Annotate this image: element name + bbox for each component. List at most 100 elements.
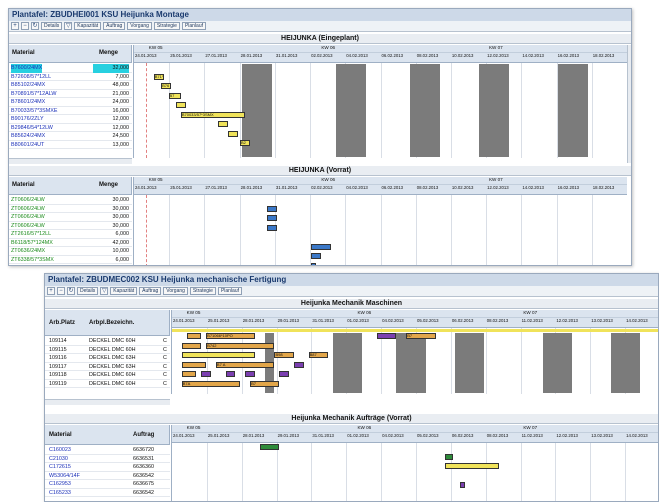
order-bar[interactable] [459, 482, 465, 488]
order-button[interactable]: Auftrag [103, 22, 126, 30]
zoom-out-icon[interactable]: − [21, 22, 29, 30]
list-item[interactable]: C160023 6636720 [45, 446, 170, 455]
column-header-quantity[interactable]: Menge [99, 50, 118, 56]
operation-bar[interactable] [181, 352, 255, 358]
list-item[interactable]: ZT0606/24LW 30,000 [9, 196, 132, 205]
list-item[interactable]: 109118 DECKEL DMC 60H C [45, 371, 170, 380]
order-bar[interactable]: B2 [239, 140, 250, 146]
column-header-order[interactable]: Auftrag [133, 432, 154, 438]
horizontal-scrollbar[interactable] [9, 158, 132, 164]
list-item[interactable]: B80601/24UT 13,000 [9, 141, 132, 149]
gantt-chart-planned[interactable]: KW 05 KW 06 KW 07 24.01.2013 25.01.2013 27.01… [133, 45, 627, 158]
operation-button[interactable]: Vorgang [127, 22, 152, 30]
list-item[interactable]: B78601/24MX 24,000 [9, 98, 132, 107]
operation-bar[interactable] [245, 371, 255, 377]
zoom-in-icon[interactable]: + [47, 287, 55, 295]
list-item[interactable]: 109115 DECKEL DMC 60H C [45, 346, 170, 354]
vertical-scrollbar[interactable] [627, 45, 631, 163]
gantt-chart-backlog[interactable]: KW 05 KW 06 KW 07 24.01.2013 25.01.2013 27.01… [133, 177, 627, 265]
operation-bar[interactable]: B742 [206, 342, 275, 349]
operation-bar[interactable] [376, 333, 397, 339]
operation-bar[interactable] [225, 371, 236, 377]
operation-bar[interactable]: B7 [406, 333, 436, 339]
order-bar[interactable] [267, 224, 277, 231]
order-button[interactable]: Auftrag [139, 287, 162, 295]
list-item[interactable]: B90176/2ZLY 12,000 [9, 115, 132, 124]
filter-icon[interactable]: ▽ [100, 287, 109, 295]
zoom-out-icon[interactable]: − [57, 287, 65, 295]
list-item[interactable]: C21030 6636531 [45, 455, 170, 463]
operation-bar[interactable]: B71066*10PO [206, 333, 255, 339]
list-item[interactable]: B7600/24MX 32,000 [9, 64, 132, 73]
column-header-workcenter-desc[interactable]: Arbpl.Bezeichn. [89, 320, 134, 326]
planning-run-button[interactable]: Planlauf [217, 287, 243, 295]
list-item[interactable]: ZT2616/57*12LL 6,000 [9, 230, 132, 239]
list-item[interactable]: B29846/54*12LW 12,000 [9, 124, 132, 132]
refresh-icon[interactable]: ↻ [67, 287, 75, 295]
operation-bar[interactable] [294, 361, 304, 368]
list-item[interactable]: W53064/14F 6636542 [45, 472, 170, 480]
list-item[interactable]: ZT6338/57*3SMX 6,000 [9, 256, 132, 264]
order-bar[interactable] [311, 243, 332, 250]
list-item[interactable]: 109119 DECKEL DMC 60H C [45, 380, 170, 388]
list-item[interactable]: ZT0636/24MX 10,000 [9, 247, 132, 256]
column-header-material[interactable]: Material [12, 50, 35, 56]
list-item[interactable]: B72608/57*12LL 7,000 [9, 73, 132, 81]
column-header-quantity[interactable]: Menge [99, 182, 118, 188]
order-bar[interactable]: B70033/57*3SMX [180, 111, 245, 118]
zoom-in-icon[interactable]: + [11, 22, 19, 30]
details-button[interactable]: Details [41, 22, 63, 30]
operation-button[interactable]: Vorgang [163, 287, 188, 295]
operation-bar[interactable] [201, 371, 212, 377]
operation-bar[interactable]: B7 A [215, 361, 275, 368]
order-bar[interactable] [311, 253, 322, 259]
list-item[interactable]: 109117 DECKEL DMC 63H C [45, 363, 170, 371]
list-item[interactable]: B85624/24MX 24,500 [9, 132, 132, 141]
list-item[interactable]: ZT6939/24MX 8,000 [9, 264, 132, 265]
order-bar[interactable]: B7 [168, 92, 181, 99]
order-bar[interactable] [311, 262, 317, 265]
column-header-material[interactable]: Material [49, 432, 72, 438]
details-button[interactable]: Details [77, 287, 99, 295]
operation-bar[interactable]: B87 [308, 352, 329, 358]
planning-run-button[interactable]: Planlauf [181, 22, 207, 30]
filter-icon[interactable]: ▽ [64, 22, 73, 30]
column-header-workcenter[interactable]: Arb.Platz [49, 320, 75, 326]
list-item[interactable]: ZT0606/24LW 30,000 [9, 213, 132, 222]
list-item[interactable]: C162953 6636675 [45, 480, 170, 489]
operation-bar[interactable] [181, 342, 202, 349]
operation-bar[interactable]: B7 [250, 380, 280, 387]
operation-bar[interactable] [186, 333, 202, 339]
operation-bar[interactable]: B7A [181, 380, 241, 387]
list-item[interactable]: 109114 DECKEL DMC 60H C [45, 337, 170, 346]
column-header-material[interactable]: Material [12, 182, 35, 188]
list-item[interactable]: B6118/57*124MX 42,000 [9, 239, 132, 247]
operation-bar[interactable] [181, 361, 207, 368]
operation-bar[interactable] [279, 371, 290, 377]
operation-bar[interactable]: B98 [274, 352, 294, 358]
order-bar[interactable] [227, 130, 238, 137]
operation-bar[interactable] [181, 371, 197, 377]
order-bar[interactable] [445, 463, 499, 469]
strategy-button[interactable]: Strategie [189, 287, 216, 295]
gantt-chart-order-backlog[interactable]: KW 05 KW 06 KW 07 24.01.2013 25.01.2013 28.01… [171, 425, 658, 501]
order-bar[interactable] [175, 102, 186, 108]
list-item[interactable]: ZT0606/24LW 30,000 [9, 222, 132, 230]
capacity-button[interactable]: Kapazität [74, 22, 102, 30]
list-item[interactable]: 109116 DECKEL DMC 63H C [45, 354, 170, 363]
order-bar[interactable] [267, 205, 277, 212]
list-item[interactable]: C172615 6636360 [45, 463, 170, 472]
list-item[interactable]: B85102/24MX 48,000 [9, 81, 132, 90]
order-bar[interactable]: B76 [161, 83, 171, 89]
refresh-icon[interactable]: ↻ [31, 22, 39, 30]
capacity-button[interactable]: Kapazität [110, 287, 138, 295]
order-bar[interactable] [267, 215, 277, 221]
list-item[interactable]: ZT0606/24LW 30,000 [9, 205, 132, 213]
list-item[interactable]: C165233 6636542 [45, 489, 170, 497]
horizontal-scrollbar[interactable] [45, 399, 170, 405]
list-item[interactable]: B70891/57*12ALW 21,000 [9, 90, 132, 98]
order-bar[interactable]: B71Y [153, 73, 164, 80]
order-bar[interactable] [217, 121, 228, 127]
order-bar[interactable] [445, 453, 453, 460]
order-bar[interactable] [259, 444, 280, 450]
